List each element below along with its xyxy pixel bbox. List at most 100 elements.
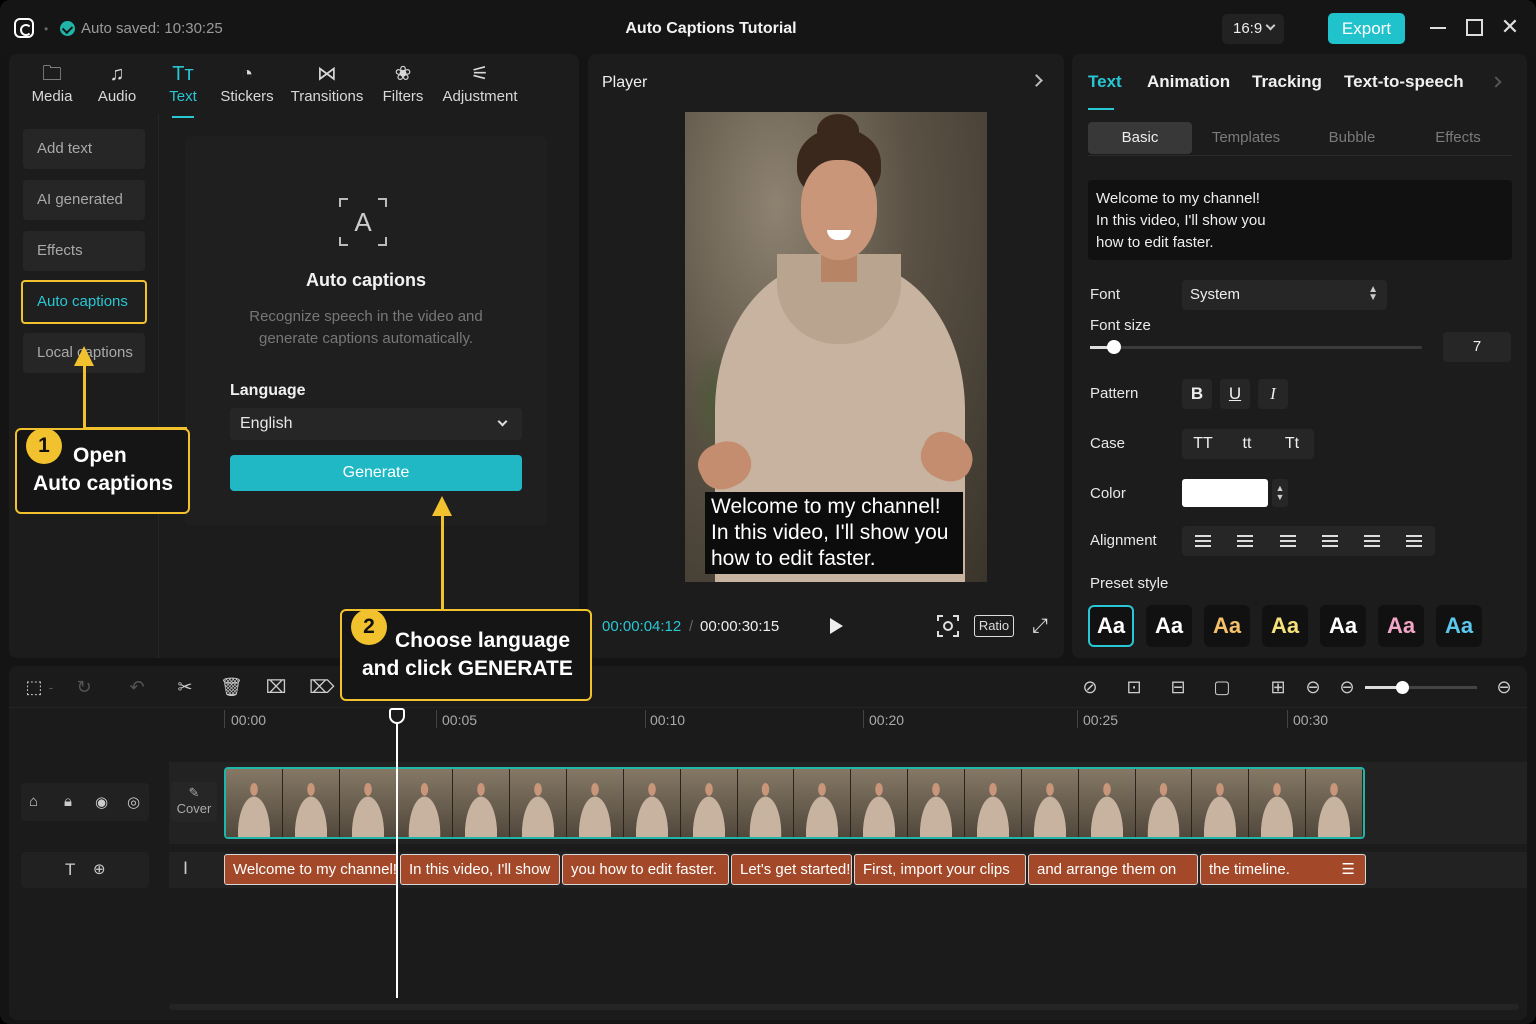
- align-justify-icon[interactable]: [1315, 526, 1345, 556]
- bold-button[interactable]: B: [1182, 379, 1212, 409]
- caption-text-input[interactable]: Welcome to my channel! In this video, I'…: [1088, 180, 1512, 260]
- font-dropdown[interactable]: System ▲ ▼: [1182, 280, 1387, 310]
- zoom-fit-icon[interactable]: ⊖: [1302, 676, 1324, 698]
- target-icon[interactable]: ⊕: [93, 860, 106, 878]
- slider-knob[interactable]: [1106, 340, 1121, 354]
- language-dropdown[interactable]: English: [230, 408, 522, 440]
- preset-style-7[interactable]: Aa: [1436, 605, 1482, 647]
- tab-tracking[interactable]: Tracking: [1252, 72, 1322, 92]
- video-subtitle[interactable]: Welcome to my channel! In this video, I'…: [705, 492, 963, 574]
- align-bottom-icon[interactable]: [1399, 526, 1429, 556]
- redo-icon[interactable]: ↻: [73, 676, 95, 698]
- callout-2-line: Choose language: [395, 629, 571, 652]
- lowercase-button[interactable]: tt: [1232, 429, 1262, 459]
- dropdown-dash-icon[interactable]: -: [45, 676, 57, 698]
- cover-button[interactable]: ✎ Cover: [171, 782, 217, 822]
- tab-text[interactable]: Tт Text: [163, 60, 203, 118]
- export-button[interactable]: Export: [1328, 13, 1405, 44]
- play-icon[interactable]: [830, 618, 843, 634]
- delete-icon[interactable]: 🗑: [220, 676, 243, 698]
- auto-snap-icon[interactable]: ⊟: [1167, 676, 1189, 698]
- folder-icon: 🗀: [42, 63, 62, 85]
- italic-button[interactable]: I: [1258, 379, 1288, 409]
- tab-audio[interactable]: ♫ Audio: [95, 60, 139, 118]
- zoom-knob[interactable]: [1396, 681, 1409, 694]
- caption-clip[interactable]: In this video, I'll show: [400, 854, 560, 885]
- preset-style-3[interactable]: Aa: [1204, 605, 1250, 647]
- tab-media[interactable]: 🗀 Media: [29, 60, 75, 118]
- delete-right-icon[interactable]: ⌦: [309, 676, 334, 698]
- subtab-effects[interactable]: Effects: [1406, 122, 1510, 154]
- color-swatch[interactable]: [1182, 479, 1268, 507]
- lock-open-icon[interactable]: ⌂: [29, 793, 38, 810]
- main-track-icon[interactable]: ▢: [1211, 676, 1233, 698]
- zoom-out-icon[interactable]: ⊖: [1336, 676, 1358, 698]
- preset-style-5[interactable]: Aa: [1320, 605, 1366, 647]
- underline-button[interactable]: U: [1220, 379, 1250, 409]
- close-icon[interactable]: ✕: [1499, 16, 1521, 38]
- video-frame-thumbnail: [1078, 769, 1136, 837]
- tab-animation[interactable]: Animation: [1147, 72, 1230, 92]
- audio-link-icon[interactable]: ⊞: [1267, 676, 1289, 698]
- caption-clip[interactable]: and arrange them on: [1028, 854, 1198, 885]
- font-size-slider[interactable]: [1090, 340, 1422, 354]
- hide-icon[interactable]: ◉: [95, 793, 108, 811]
- subtab-basic[interactable]: Basic: [1088, 122, 1192, 154]
- delete-left-icon[interactable]: ⌧: [265, 676, 287, 698]
- music-icon: ♫: [109, 63, 125, 85]
- tab-filters[interactable]: ❀ Filters: [381, 60, 425, 118]
- preset-style-4[interactable]: Aa: [1262, 605, 1308, 647]
- subtab-templates[interactable]: Templates: [1194, 122, 1298, 154]
- screenshot-icon[interactable]: [937, 615, 959, 637]
- sidebar-item-add-text[interactable]: Add text: [23, 129, 145, 169]
- align-left-icon[interactable]: [1188, 526, 1218, 556]
- preset-style-6[interactable]: Aa: [1378, 605, 1424, 647]
- playhead-handle[interactable]: [389, 708, 405, 724]
- select-tool-icon[interactable]: ⬚: [23, 676, 45, 698]
- preset-style-1[interactable]: Aa: [1088, 605, 1134, 647]
- caption-clip[interactable]: you how to edit faster.: [562, 854, 729, 885]
- align-top-icon[interactable]: [1357, 526, 1387, 556]
- caption-clip[interactable]: Welcome to my channel!: [224, 854, 398, 885]
- fullscreen-icon[interactable]: ⤢: [1029, 615, 1051, 637]
- ruler-label: 00:20: [869, 712, 905, 728]
- ratio-button[interactable]: Ratio: [974, 615, 1014, 637]
- uppercase-button[interactable]: TT: [1188, 429, 1218, 459]
- zoom-slider[interactable]: [1365, 681, 1477, 694]
- align-right-icon[interactable]: [1273, 526, 1303, 556]
- link-icon[interactable]: ⊘: [1079, 676, 1101, 698]
- chevron-right-icon[interactable]: [1030, 74, 1043, 87]
- sidebar-item-ai-generated[interactable]: AI generated: [23, 180, 145, 220]
- video-frame-thumbnail: [453, 769, 511, 837]
- titlecase-button[interactable]: Tt: [1277, 429, 1307, 459]
- sidebar-item-auto-captions[interactable]: Auto captions: [21, 280, 147, 324]
- subtab-bubble[interactable]: Bubble: [1300, 122, 1404, 154]
- font-size-input[interactable]: 7: [1443, 332, 1511, 362]
- horizontal-scrollbar[interactable]: [169, 1004, 1519, 1010]
- playhead-line[interactable]: [396, 708, 398, 998]
- tab-text-to-speech[interactable]: Text-to-speech: [1344, 72, 1464, 92]
- preset-style-2[interactable]: Aa: [1146, 605, 1192, 647]
- text-track-header: T ⊕: [21, 852, 149, 888]
- undo-icon[interactable]: ↶: [126, 676, 148, 698]
- tab-stickers[interactable]: ◔ Stickers: [219, 60, 275, 118]
- generate-button[interactable]: Generate: [230, 455, 522, 491]
- tab-transitions[interactable]: ⋈ Transitions: [289, 60, 365, 118]
- align-center-icon[interactable]: [1230, 526, 1260, 556]
- eye-icon[interactable]: ◎: [127, 793, 140, 811]
- caption-clip[interactable]: Let's get started!: [731, 854, 852, 885]
- aspect-ratio-dropdown[interactable]: 16:9: [1222, 14, 1284, 44]
- chevron-right-icon[interactable]: [1490, 76, 1502, 88]
- sidebar-item-effects[interactable]: Effects: [23, 231, 145, 271]
- split-icon[interactable]: ✂: [174, 676, 196, 698]
- minimize-icon[interactable]: [1428, 16, 1450, 38]
- tab-adjustment[interactable]: ⚟ Adjustment: [441, 60, 519, 118]
- up-down-icon[interactable]: ▲ ▼: [1272, 479, 1288, 507]
- preview-axis-icon[interactable]: ⊡: [1123, 676, 1145, 698]
- tab-text[interactable]: Text: [1088, 72, 1122, 92]
- maximize-icon[interactable]: [1463, 16, 1485, 38]
- caption-clip[interactable]: First, import your clips: [854, 854, 1026, 885]
- lock-icon[interactable]: 🔒︎: [64, 793, 72, 810]
- zoom-in-icon[interactable]: ⊖: [1493, 676, 1515, 698]
- caption-clip[interactable]: the timeline. ☰: [1200, 854, 1366, 885]
